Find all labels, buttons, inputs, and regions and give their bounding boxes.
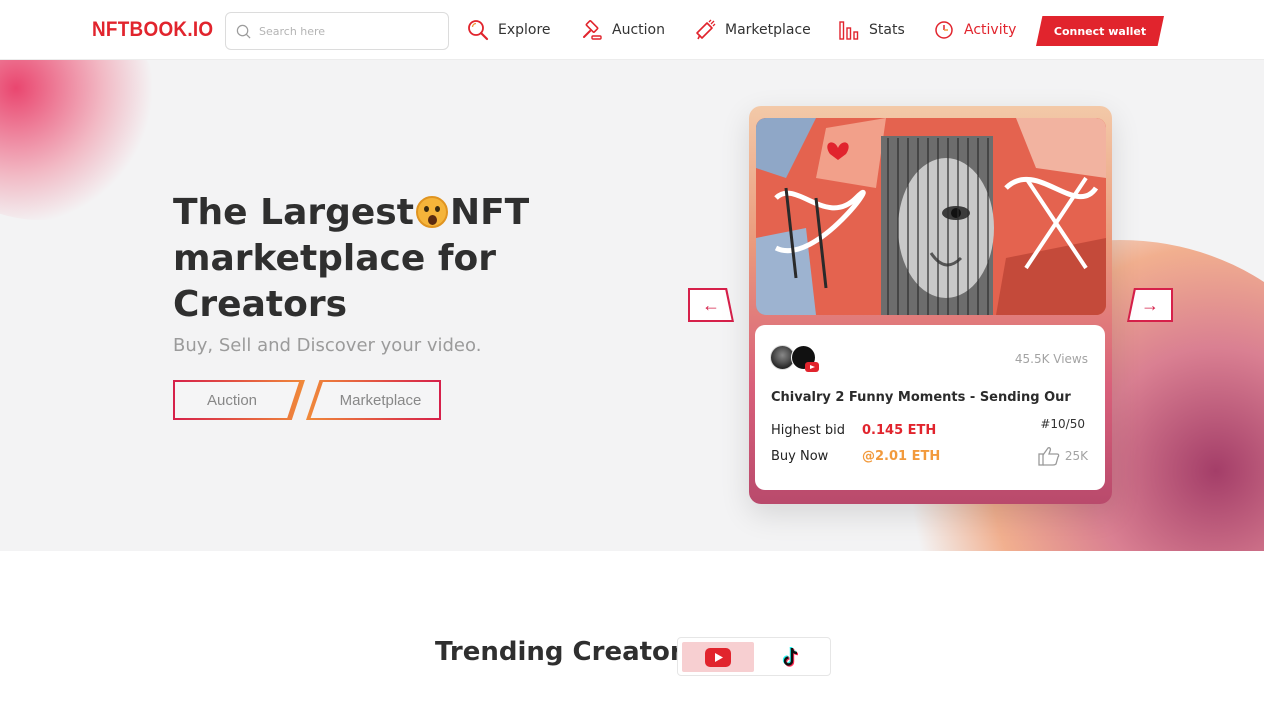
astonished-face-emoji-icon [415,196,448,228]
search-box[interactable] [225,12,449,50]
views-count: 45.5K Views [1014,352,1088,366]
page: NFTBOOK.IO Explore Auction Marketplace [0,0,1264,711]
nft-card[interactable]: 45.5K Views Chivalry 2 Funny Moments - S… [749,106,1112,504]
trending-creators-title: Trending Creators [435,637,699,667]
brand-logo[interactable]: NFTBOOK.IO [92,18,213,42]
bar-chart-icon [838,19,860,41]
nav-stats[interactable]: Stats [838,18,905,42]
gavel-icon [581,19,603,41]
decorative-gradient-top-left [0,60,160,220]
nav-stats-label: Stats [869,22,905,38]
nft-artwork-image[interactable] [756,118,1106,315]
platform-tab-youtube[interactable] [682,642,754,672]
top-navbar: NFTBOOK.IO Explore Auction Marketplace [0,0,1264,60]
hero-title-line2: marketplace for [173,238,496,279]
search-input[interactable] [259,24,429,38]
carousel-next-button[interactable]: → [1127,288,1173,322]
youtube-icon [705,647,731,667]
nav-explore-label: Explore [498,22,551,38]
hero-title-part1: The Largest [173,192,414,233]
arrow-left-icon: ← [690,290,732,320]
hero-subtitle: Buy, Sell and Discover your video. [173,335,482,356]
nav-activity-label: Activity [964,22,1017,38]
hero-title: The Largest NFT marketplace for Creators [173,190,593,328]
platform-switch [677,637,831,676]
youtube-icon [805,362,819,372]
highest-bid-value: 0.145 ETH [862,423,937,438]
nft-card-info: 45.5K Views Chivalry 2 Funny Moments - S… [755,325,1105,490]
hero-marketplace-button-label: Marketplace [310,382,439,418]
buy-now-price[interactable]: @2.01 ETH [862,449,940,464]
hero-auction-button-label: Auction [175,382,299,418]
nav-auction[interactable]: Auction [581,18,665,42]
carousel-prev-button[interactable]: ← [688,288,734,322]
platform-tab-tiktok[interactable] [756,642,828,672]
nav-auction-label: Auction [612,22,665,38]
hero-marketplace-button[interactable]: Marketplace [306,380,441,420]
hero-section: The Largest NFT marketplace for Creators … [0,60,1264,551]
thumbs-up-icon [1038,447,1060,466]
clock-icon [933,19,955,41]
highest-bid-label: Highest bid [771,423,845,438]
magnifier-icon [467,19,489,41]
connect-wallet-button[interactable]: Connect wallet [1036,16,1164,46]
edition-number: #10/50 [1040,417,1085,431]
search-icon [236,24,251,38]
likes-count: 25K [1064,449,1088,463]
hero-title-line3: Creators [173,284,348,325]
nft-title[interactable]: Chivalry 2 Funny Moments - Sending Our [771,390,1071,405]
buy-now-label[interactable]: Buy Now [771,449,828,464]
hero-auction-button[interactable]: Auction [173,380,305,420]
arrow-right-icon: → [1129,290,1171,320]
like-button[interactable]: 25K [1038,446,1088,466]
megaphone-icon [694,19,716,41]
hero-title-part2: NFT [449,192,530,233]
nav-marketplace-label: Marketplace [725,22,811,38]
nav-activity[interactable]: Activity [933,18,1016,42]
tiktok-icon [782,646,799,667]
nav-marketplace[interactable]: Marketplace [694,18,811,42]
nav-explore[interactable]: Explore [467,18,551,42]
